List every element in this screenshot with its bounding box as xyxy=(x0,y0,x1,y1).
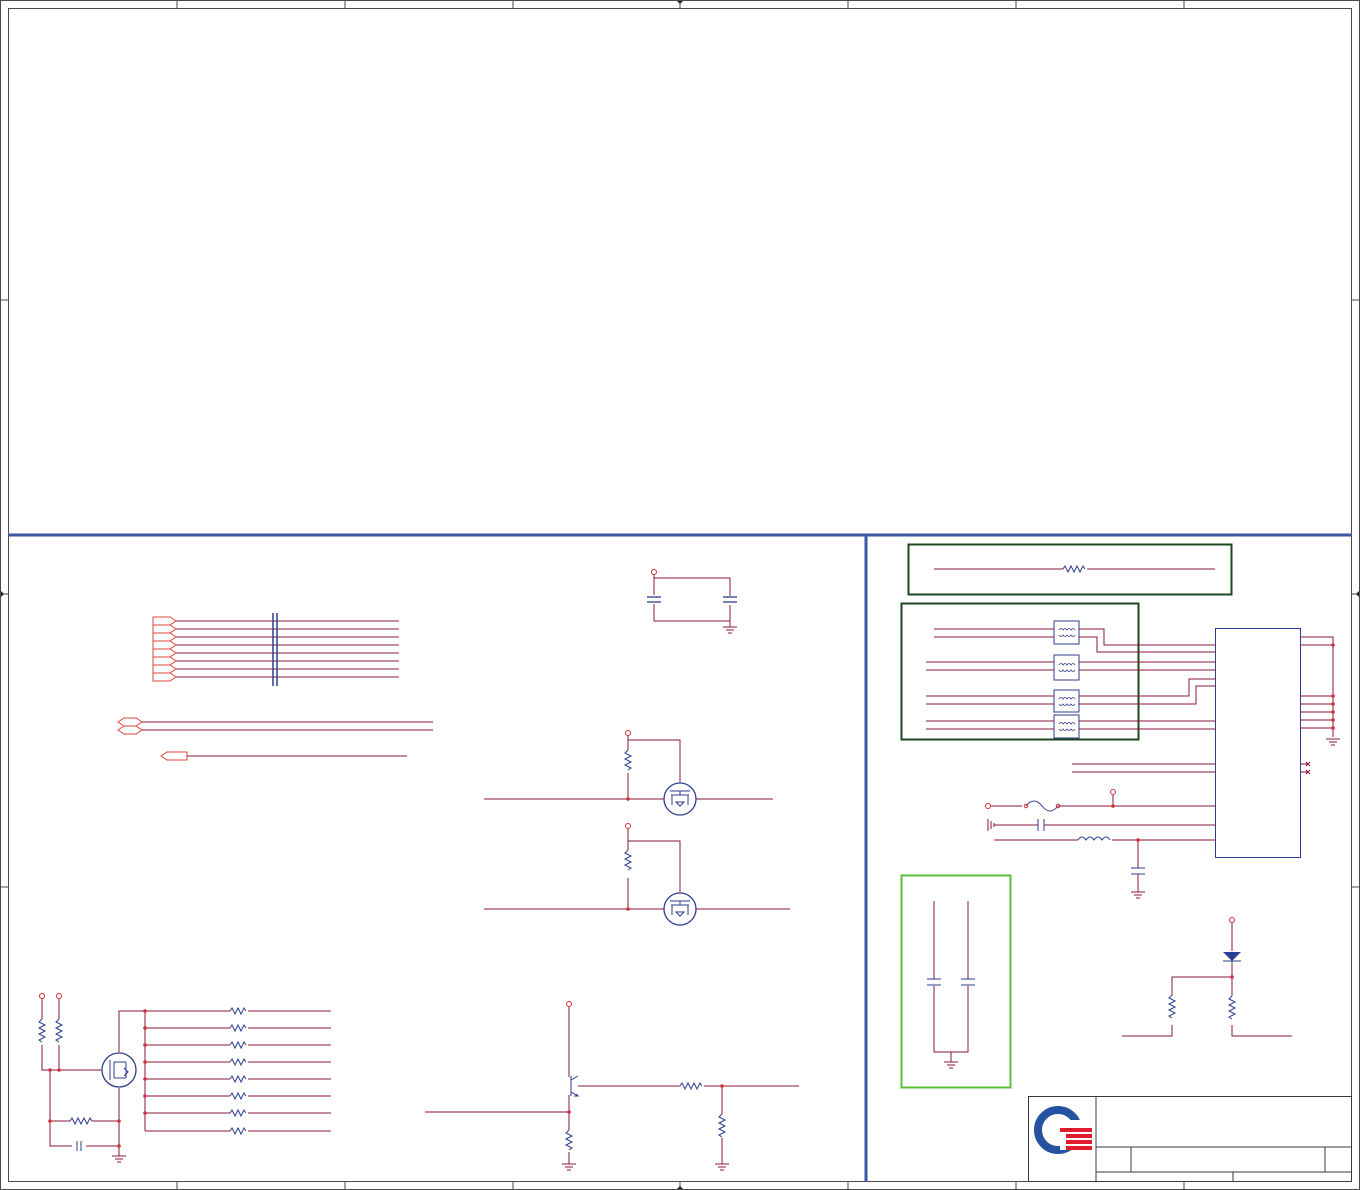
decoupling-cap-box xyxy=(900,874,1012,1089)
bus-separator-bar xyxy=(272,613,278,686)
company-logo xyxy=(1034,1106,1092,1154)
power-pin xyxy=(56,993,62,999)
mosfet-shifter-2 xyxy=(484,823,790,926)
series-resistor-box xyxy=(907,543,1233,596)
power-input-filter xyxy=(985,789,1215,899)
schematic-sheet xyxy=(0,0,1360,1190)
bus-net-ports xyxy=(117,616,188,761)
choke-group xyxy=(900,602,1215,741)
power-pin xyxy=(625,823,631,829)
bus-wires xyxy=(142,620,433,757)
power-pin xyxy=(1110,789,1116,795)
led-indicator-circuit xyxy=(1122,917,1292,1037)
power-pin xyxy=(1229,917,1235,923)
power-pin xyxy=(985,803,991,809)
power-switch-circuit xyxy=(37,993,146,1163)
decoupling-cap-pair xyxy=(647,569,737,634)
power-pin xyxy=(566,1001,572,1007)
ethernet-connector xyxy=(1072,628,1340,858)
power-pin xyxy=(39,993,45,999)
transistor-stage xyxy=(425,1001,799,1171)
mosfet-shifter-1 xyxy=(484,730,773,816)
power-pin xyxy=(625,730,631,736)
resistor-array xyxy=(143,1006,331,1136)
power-pin xyxy=(651,569,657,575)
